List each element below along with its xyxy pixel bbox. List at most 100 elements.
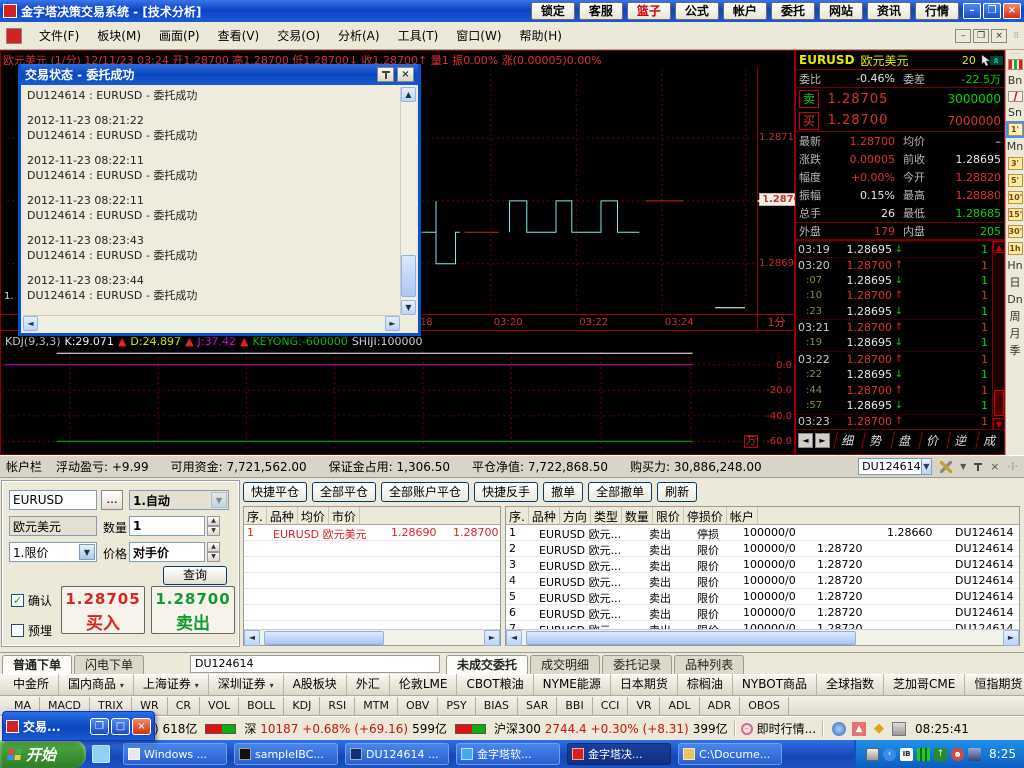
market-tab[interactable]: 上海证券 ▾ — [134, 674, 209, 696]
action-button[interactable]: 全部账户平仓 — [381, 482, 469, 502]
scroll-right-icon[interactable]: ► — [484, 630, 500, 646]
period-toolbar-item[interactable]: Mn — [1007, 140, 1023, 153]
period-toolbar-item[interactable]: 月 — [1010, 327, 1021, 340]
table-row[interactable]: 6 EURUSD 欧元... 卖出 限价 100000/0 1.28720 DU… — [506, 605, 1019, 621]
column-header[interactable]: 品种 — [267, 507, 298, 524]
period-toolbar-item[interactable]: 季 — [1010, 344, 1021, 357]
tab-order-list[interactable]: 成交明细 — [530, 655, 600, 674]
taskbar-task[interactable]: 金字塔决... — [567, 743, 671, 765]
column-header[interactable]: 序. — [244, 507, 267, 524]
tools-icon[interactable] — [940, 461, 952, 473]
market-tab[interactable]: NYME能源 — [534, 674, 611, 696]
chevron-down-icon[interactable]: ▼ — [960, 462, 966, 471]
action-button[interactable]: 快捷平仓 — [243, 482, 307, 502]
market-tab[interactable]: 中金所 — [4, 674, 59, 696]
hs300-index[interactable]: 沪深300 2744.4 +0.30% (+8.31) — [494, 720, 689, 737]
titlebar-button[interactable]: 帐户 — [723, 2, 767, 20]
indicator-tab[interactable]: ADL — [660, 697, 699, 715]
market-tab[interactable]: NYBOT商品 — [733, 674, 817, 696]
tick-scrollbar[interactable]: ▲ ▼ — [992, 241, 1004, 429]
period-toolbar-item[interactable]: Sn — [1008, 106, 1022, 119]
taskbar-task[interactable]: 金字塔软... — [456, 743, 560, 765]
market-tab[interactable]: 外汇 — [347, 674, 390, 696]
action-button[interactable]: 刷新 — [657, 482, 697, 502]
order-type-select[interactable]: 1.限价 ▼ — [9, 542, 97, 562]
pin-icon[interactable] — [377, 67, 394, 82]
quote-symbol[interactable]: EURUSD — [799, 53, 855, 67]
indicator-tab[interactable]: VOL — [200, 697, 239, 715]
indicator-tab[interactable]: PSY — [438, 697, 475, 715]
feed-status[interactable]: 即时行情... — [757, 720, 816, 737]
display-icon[interactable] — [968, 748, 981, 761]
market-tab[interactable]: 国内商品 ▾ — [59, 674, 134, 696]
period-toolbar-item[interactable]: Hn — [1007, 259, 1022, 272]
scroll-right-icon[interactable]: ► — [1003, 630, 1019, 646]
popup-close-icon[interactable]: × — [397, 67, 414, 82]
orders-hscrollbar[interactable]: ◄ ► — [506, 629, 1019, 645]
indicator-tab[interactable]: VR — [628, 697, 660, 715]
column-header[interactable]: 均价 — [298, 507, 329, 524]
column-header[interactable]: 限价 — [653, 507, 684, 524]
period-toolbar-item[interactable]: 1h — [1008, 242, 1023, 255]
pin-icon[interactable] — [974, 462, 982, 472]
column-header[interactable]: 方向 — [560, 507, 591, 524]
market-data-icon[interactable] — [917, 748, 930, 761]
menu-item[interactable]: 画面(P) — [150, 24, 209, 47]
scroll-down-icon[interactable]: ▼ — [401, 300, 416, 315]
scroll-left-icon[interactable]: ◄ — [244, 630, 260, 646]
quantity-input[interactable] — [129, 516, 205, 536]
titlebar-button[interactable]: 行情 — [915, 2, 959, 20]
popup-vscrollbar[interactable]: ▲ ▼ — [400, 87, 416, 315]
period-toolbar-item[interactable]: Bn — [1008, 74, 1023, 87]
period-toolbar-item[interactable]: 3' — [1008, 157, 1023, 170]
indicator-tab[interactable]: RSI — [320, 697, 355, 715]
market-tab[interactable]: 伦敦LME — [390, 674, 458, 696]
media-icon[interactable] — [951, 748, 964, 761]
symbol-input[interactable] — [9, 490, 97, 510]
column-header[interactable]: 类型 — [591, 507, 622, 524]
indicator-tab[interactable]: OBOS — [740, 697, 789, 715]
device-icon[interactable] — [892, 722, 906, 736]
collapse-icon[interactable]: « — [990, 55, 1003, 64]
chevron-down-icon[interactable]: ▼ — [79, 544, 95, 560]
market-tab[interactable]: 日本期货 — [611, 674, 678, 696]
titlebar-button[interactable]: 篮子 — [627, 2, 671, 20]
sz-index[interactable]: 深 10187 +0.68% (+69.16) — [244, 720, 408, 737]
minimized-trade-window[interactable]: 交易... ❐ □ × — [2, 711, 155, 741]
period-toolbar-item[interactable]: 30' — [1008, 225, 1023, 238]
ib-app-icon[interactable]: IB — [900, 748, 913, 761]
titlebar-button[interactable]: 客服 — [579, 2, 623, 20]
splitter-grip[interactable]: ·⁞· — [1008, 460, 1019, 473]
restore-button[interactable]: ❐ — [90, 718, 109, 735]
preset-checkbox-row[interactable]: 预埋 — [11, 622, 52, 639]
table-row[interactable]: 2 EURUSD 欧元... 卖出 限价 100000/0 1.28720 DU… — [506, 541, 1019, 557]
indicator-tab[interactable]: BOLL — [239, 697, 284, 715]
column-header[interactable]: 市价 — [329, 507, 360, 524]
action-button[interactable]: 全部平仓 — [312, 482, 376, 502]
indicator-tab[interactable]: OBV — [398, 697, 438, 715]
tick-tab[interactable]: 价 — [918, 432, 947, 449]
menu-item[interactable]: 板块(M) — [88, 24, 150, 47]
minimize-button[interactable]: – — [963, 3, 981, 19]
menu-item[interactable]: 分析(A) — [329, 24, 389, 47]
market-tab[interactable]: CBOT粮油 — [457, 674, 533, 696]
table-row[interactable]: 5 EURUSD 欧元... 卖出 限价 100000/0 1.28720 DU… — [506, 589, 1019, 605]
menu-item[interactable]: 交易(O) — [268, 24, 329, 47]
titlebar-button[interactable]: 委托 — [771, 2, 815, 20]
tab-right-icon[interactable]: ► — [815, 433, 830, 448]
tick-list[interactable]: 03:19 1.28695 ↓ 1 03:20 1.28700 ↑ 1 :07 — [796, 240, 1004, 429]
tab-order-list[interactable]: 委托记录 — [602, 655, 672, 674]
market-tab[interactable]: 芝加哥CME — [884, 674, 965, 696]
child-restore-button[interactable]: ❐ — [973, 29, 989, 43]
close-button[interactable]: × — [1003, 3, 1021, 19]
period-toolbar-item[interactable]: Dn — [1007, 293, 1022, 306]
keyboard-icon[interactable] — [866, 748, 879, 761]
scroll-thumb[interactable] — [401, 255, 416, 297]
titlebar-button[interactable]: 公式 — [675, 2, 719, 20]
tick-tab[interactable]: 势 — [862, 432, 891, 449]
period-toolbar-item[interactable] — [1008, 59, 1023, 70]
account-select[interactable]: DU124614 ▼ — [858, 458, 932, 475]
menu-item[interactable]: 工具(T) — [389, 24, 448, 47]
action-button[interactable]: 撤单 — [543, 482, 583, 502]
child-minimize-button[interactable]: – — [955, 29, 971, 43]
